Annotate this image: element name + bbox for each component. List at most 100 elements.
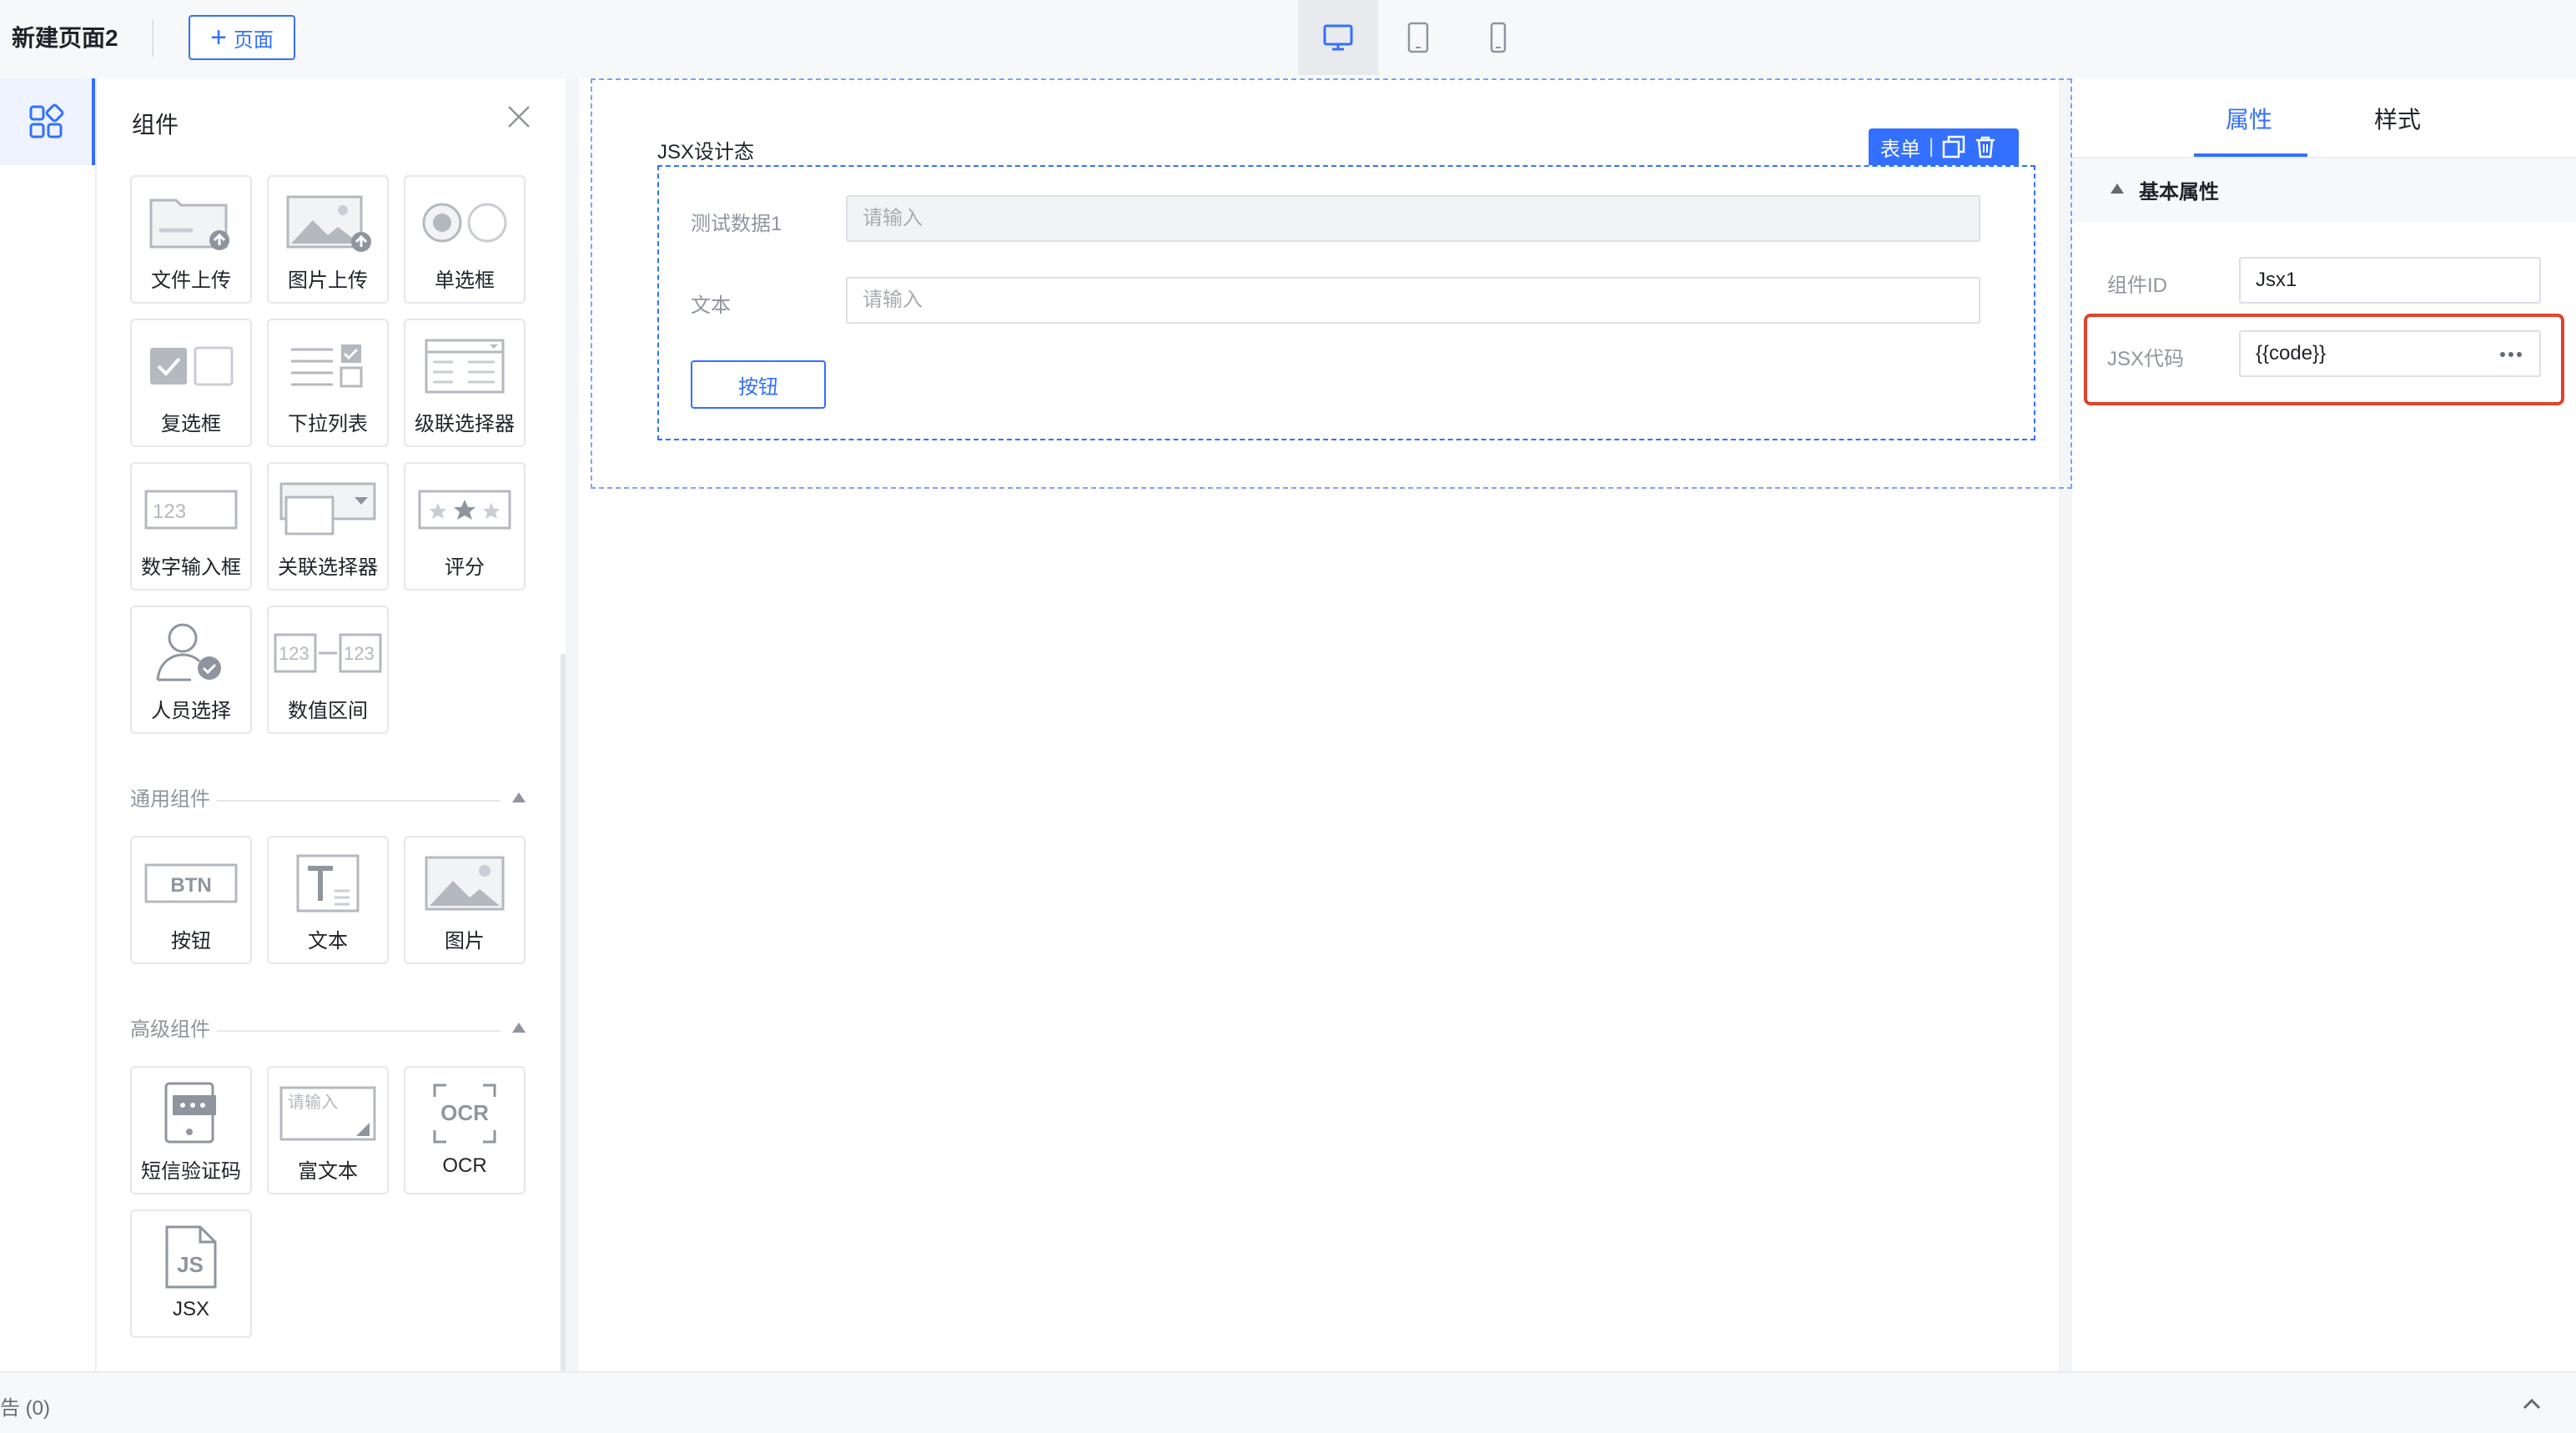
- sms-code-icon: [164, 1082, 216, 1144]
- divider: [217, 1030, 501, 1032]
- tile-label: 按钮: [171, 930, 211, 953]
- collapse-arrow-icon[interactable]: [512, 792, 526, 802]
- rating-icon: [418, 490, 511, 530]
- section-general[interactable]: 通用组件: [130, 787, 531, 812]
- plus-icon: +: [210, 22, 227, 53]
- component-id-label: 组件ID: [2107, 274, 2167, 297]
- warning-count[interactable]: 告 (0): [0, 1391, 50, 1420]
- svg-text:123: 123: [153, 500, 186, 523]
- desktop-icon: [1323, 24, 1353, 51]
- copy-icon[interactable]: [1942, 135, 1965, 158]
- component-tile-number-input[interactable]: 123 数字输入框: [130, 462, 252, 591]
- page-title: 新建页面2: [12, 25, 118, 51]
- tile-label: 数值区间: [288, 700, 368, 722]
- form-button[interactable]: 按钮: [691, 360, 826, 409]
- jsx-icon: JS: [165, 1225, 217, 1289]
- basic-properties-header[interactable]: 基本属性: [2072, 158, 2576, 222]
- component-tile-image[interactable]: 图片: [404, 836, 526, 964]
- component-tile-dropdown-list[interactable]: 下拉列表: [267, 319, 389, 447]
- desktop-view-button[interactable]: [1298, 0, 1378, 75]
- add-page-label: 页面: [233, 28, 274, 52]
- component-tile-ocr[interactable]: OCR OCR: [404, 1066, 526, 1194]
- collapse-arrow-icon[interactable]: [512, 1023, 526, 1033]
- ocr-icon: OCR: [433, 1084, 496, 1144]
- jsx-component-title: JSX设计态: [657, 141, 755, 163]
- tablet-view-button[interactable]: [1378, 0, 1458, 75]
- component-tile-rating[interactable]: 评分: [404, 462, 526, 591]
- component-panel: 组件 文件上传 图片上传 单选框 复选框 下拉列表 级联选择器 123 数字输入…: [97, 78, 566, 1371]
- component-tile-radio[interactable]: 单选框: [404, 175, 526, 304]
- chevron-up-icon[interactable]: [2518, 1390, 2546, 1418]
- form-container[interactable]: 测试数据1 请输入 文本 请输入 按钮: [657, 165, 2035, 440]
- field-label-test-data: 测试数据1: [691, 213, 782, 235]
- svg-text:123: 123: [344, 643, 375, 664]
- tile-label: 图片上传: [288, 269, 368, 292]
- rich-text-icon: 请输入: [279, 1086, 376, 1141]
- number-range-icon: 123 123: [274, 633, 382, 673]
- component-tile-rich-text[interactable]: 请输入 富文本: [267, 1066, 389, 1194]
- tile-label: 评分: [445, 556, 485, 579]
- delete-icon[interactable]: [1974, 135, 1997, 158]
- component-tile-jsx[interactable]: JS JSX: [130, 1209, 252, 1338]
- image-upload-icon: [286, 195, 371, 252]
- person-select-icon: [156, 623, 221, 681]
- jsx-code-label: JSX代码: [2107, 348, 2185, 370]
- component-tile-image-upload[interactable]: 图片上传: [267, 175, 389, 304]
- tab-style[interactable]: 样式: [2374, 102, 2421, 135]
- component-tile-button[interactable]: BTN 按钮: [130, 836, 252, 964]
- checkbox-icon: [150, 346, 234, 386]
- button-icon: BTN: [144, 863, 238, 903]
- tablet-icon: [1407, 22, 1429, 53]
- svg-text:请输入: 请输入: [288, 1093, 338, 1112]
- design-canvas[interactable]: JSX设计态 表单 | 测试数据1 请输入 文本 请输入 按钮: [566, 78, 2072, 1371]
- tile-label: 级联选择器: [415, 413, 515, 435]
- mobile-view-button[interactable]: [1458, 0, 1538, 75]
- top-bar: 新建页面2 + 页面: [0, 0, 2576, 78]
- section-general-label: 通用组件: [130, 788, 210, 811]
- add-page-button[interactable]: + 页面: [189, 15, 295, 60]
- tab-properties[interactable]: 属性: [2226, 102, 2272, 135]
- section-advanced[interactable]: 高级组件: [130, 1018, 531, 1043]
- close-panel-button[interactable]: [502, 100, 536, 133]
- divider: |: [1929, 135, 1935, 158]
- component-tile-checkbox[interactable]: 复选框: [130, 319, 252, 447]
- number-input-icon: 123: [144, 490, 238, 530]
- tile-label: 文件上传: [151, 269, 231, 292]
- form-toolbar[interactable]: 表单 |: [1869, 128, 2019, 165]
- svg-text:123: 123: [279, 643, 309, 664]
- tile-label: 文本: [308, 930, 348, 953]
- divider: [217, 800, 501, 802]
- close-icon: [508, 106, 530, 128]
- rail-components-button[interactable]: [0, 78, 95, 165]
- tile-label: 关联选择器: [278, 556, 378, 579]
- dropdown-list-icon: [291, 344, 363, 388]
- radio-icon: [422, 203, 507, 243]
- component-tile-text[interactable]: 文本: [267, 836, 389, 964]
- component-tile-file-upload[interactable]: 文件上传: [130, 175, 252, 304]
- components-icon: [29, 103, 64, 138]
- jsx-code-value: {{code}}: [2256, 342, 2327, 365]
- component-tile-number-range[interactable]: 123 123 数值区间: [267, 606, 389, 734]
- outer-selection-frame[interactable]: JSX设计态 表单 | 测试数据1 请输入 文本 请输入 按钮: [591, 78, 2072, 489]
- component-id-input[interactable]: Jsx1: [2239, 257, 2541, 304]
- cascader-icon: [425, 339, 505, 394]
- component-tile-sms-code[interactable]: 短信验证码: [130, 1066, 252, 1194]
- more-icon[interactable]: [2499, 349, 2523, 360]
- tile-label: 图片: [445, 930, 485, 953]
- image-icon: [425, 856, 505, 911]
- jsx-code-input[interactable]: {{code}}: [2239, 330, 2541, 377]
- component-tile-cascader[interactable]: 级联选择器: [404, 319, 526, 447]
- text-icon: [296, 854, 360, 913]
- basic-properties-title: 基本属性: [2139, 181, 2219, 204]
- component-tile-relation-select[interactable]: 关联选择器: [267, 462, 389, 591]
- left-rail: [0, 78, 97, 1371]
- component-tile-person-select[interactable]: 人员选择: [130, 606, 252, 734]
- text-input[interactable]: 请输入: [846, 277, 1980, 324]
- relation-select-icon: [279, 482, 376, 535]
- test-data-input[interactable]: 请输入: [846, 195, 1980, 242]
- tile-label: JSX: [172, 1298, 209, 1320]
- tile-label: 富文本: [298, 1160, 358, 1183]
- mobile-icon: [1490, 22, 1507, 53]
- svg-text:BTN: BTN: [170, 874, 211, 897]
- divider: [152, 20, 153, 57]
